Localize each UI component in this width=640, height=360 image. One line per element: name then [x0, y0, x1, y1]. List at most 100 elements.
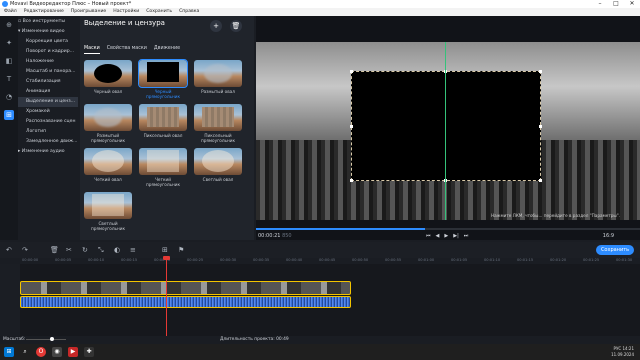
ruler-tick-label: 00:01:25 — [583, 258, 600, 262]
tree-item-audio[interactable]: ▸ Изменение аудио — [18, 147, 78, 157]
mask-handle[interactable] — [350, 179, 353, 182]
cut-icon[interactable]: ✂ — [66, 242, 72, 258]
menu-save[interactable]: Сохранить — [146, 8, 172, 16]
tab-mask-properties[interactable]: Свойства маски — [107, 46, 147, 54]
video-clip[interactable] — [20, 281, 351, 295]
timeline-toolbar: ↶ ↷ 🗑 ✂ ↻ ⤡ ◐ ≡ ⊞ ⚑ Сохранить — [0, 242, 640, 258]
mask-thumbnail — [194, 104, 242, 131]
playback-progress[interactable] — [256, 228, 640, 230]
video-frame[interactable]: Нажмите ЛКМ, чтобы... перейдите в раздел… — [256, 42, 640, 220]
app-icon[interactable]: ◉ — [52, 347, 62, 357]
menu-help[interactable]: Справка — [179, 8, 199, 16]
close-button[interactable]: ✕ — [624, 0, 640, 8]
redo-icon[interactable]: ↷ — [22, 242, 28, 258]
next-frame-icon[interactable]: ▶| — [453, 232, 459, 240]
mask-rectangle[interactable] — [351, 71, 541, 181]
flag-icon[interactable]: ⚑ — [178, 242, 184, 258]
mask-tile[interactable]: Четкий прямоугольник — [139, 148, 187, 187]
playback-fill — [256, 228, 425, 230]
tree-item-scenes[interactable]: Распознавание сцен — [18, 117, 78, 127]
menu-edit[interactable]: Редактирование — [24, 8, 64, 16]
tree-item-pan[interactable]: Масштаб и панора... — [18, 67, 78, 77]
play-icon[interactable]: ▶ — [444, 232, 448, 240]
import-icon[interactable]: ⊕ — [4, 20, 14, 30]
mask-label: Черный овал — [93, 89, 123, 94]
title-bar: Movavi Видеоредактор Плюс – Новый проект… — [0, 0, 640, 8]
search-icon[interactable]: ⌕ — [20, 347, 30, 357]
mask-tile[interactable]: Черный прямоугольник — [138, 59, 188, 99]
export-button[interactable]: Сохранить — [596, 245, 634, 255]
tree-item-stabilize[interactable]: Стабилизация — [18, 77, 78, 87]
menu-bar: Файл Редактирование Проигрывание Настрой… — [0, 8, 640, 16]
window-controls: – □ ✕ — [592, 0, 640, 8]
mask-label: Светлый прямоугольник — [90, 221, 125, 231]
ruler-tick-label: 00:00:45 — [319, 258, 336, 262]
skip-forward-icon[interactable]: ⏭ — [464, 232, 469, 240]
mask-handle[interactable] — [350, 70, 353, 73]
menu-playback[interactable]: Проигрывание — [71, 8, 106, 16]
ruler-tick-label: 00:01:05 — [451, 258, 468, 262]
movavi-icon[interactable]: ▶ — [68, 347, 78, 357]
aspect-ratio[interactable]: 16:9 — [603, 232, 614, 240]
tree-item-chroma[interactable]: Хромакей — [18, 107, 78, 117]
audio-clip[interactable] — [20, 296, 351, 308]
opera-icon[interactable]: O — [36, 347, 46, 357]
mask-tile[interactable]: Размытый прямоугольник — [84, 104, 132, 143]
color-icon[interactable]: ◐ — [114, 242, 120, 258]
magic-icon[interactable]: ✦ — [4, 38, 14, 48]
ruler-tick-label: 00:00:10 — [88, 258, 105, 262]
filters-icon[interactable]: ◧ — [4, 56, 14, 66]
playhead[interactable] — [166, 256, 167, 336]
timecode: 00:00:21 850 — [258, 233, 292, 239]
add-mask-button[interactable]: + — [210, 20, 222, 32]
mask-handle[interactable] — [539, 70, 542, 73]
system-tray: РУС 14:21 11.09.2024 — [611, 346, 634, 357]
delete-icon[interactable]: 🗑 — [50, 242, 59, 258]
editor-icon[interactable]: ✚ — [84, 347, 94, 357]
center-guide — [445, 42, 446, 220]
minimize-button[interactable]: – — [592, 0, 608, 8]
mask-thumbnail — [84, 192, 132, 219]
titles-icon[interactable]: T — [4, 74, 14, 84]
tree-item-overlay[interactable]: Наложение — [18, 57, 78, 67]
menu-settings[interactable]: Настройки — [113, 8, 139, 16]
properties-icon[interactable]: ≡ — [130, 242, 136, 258]
tree-item-censor[interactable]: Выделение и ценз... — [18, 97, 78, 107]
tree-item-logo[interactable]: Логотип — [18, 127, 78, 137]
skip-back-icon[interactable]: ⏮ — [426, 232, 431, 240]
more-tools-icon[interactable]: ⊞ — [4, 110, 14, 120]
scale-slider[interactable] — [26, 339, 66, 340]
mask-tile[interactable]: Четкий овал — [84, 148, 132, 182]
tree-item-animation[interactable]: Анимация — [18, 87, 78, 97]
mask-tile[interactable]: Светлый прямоугольник — [84, 192, 132, 231]
mask-handle[interactable] — [350, 125, 353, 128]
mask-tile[interactable]: Пиксельный прямоугольник — [194, 104, 242, 143]
scale-knob[interactable] — [50, 337, 54, 341]
delete-icon[interactable]: 🗑 — [230, 20, 242, 32]
maximize-button[interactable]: □ — [608, 0, 624, 8]
tree-item-crop[interactable]: Поворот и кадрир... — [18, 47, 78, 57]
mask-tile[interactable]: Пиксельный овал — [139, 104, 187, 138]
mask-tile[interactable]: Размытый овал — [194, 60, 242, 94]
crop-icon[interactable]: ⤡ — [98, 242, 104, 258]
undo-icon[interactable]: ↶ — [6, 242, 12, 258]
menu-file[interactable]: Файл — [4, 8, 17, 16]
tree-item-slowmo[interactable]: Замедленное движ... — [18, 137, 78, 147]
tree-item-color[interactable]: Коррекция цвета — [18, 37, 78, 47]
transitions-icon[interactable]: ◔ — [4, 92, 14, 102]
mask-label: Светлый овал — [202, 177, 234, 182]
start-icon[interactable]: ⊞ — [4, 347, 14, 357]
prev-frame-icon[interactable]: ◀ — [436, 232, 440, 240]
tab-masks[interactable]: Маски — [84, 46, 100, 54]
tab-motion[interactable]: Движение — [154, 46, 180, 54]
mask-handle[interactable] — [539, 179, 542, 182]
playback-controls: 00:00:21 850 ⏮ ◀ ▶ ▶| ⏭ 16:9 — [256, 232, 640, 240]
mask-thumbnail — [84, 60, 132, 87]
mask-tile[interactable]: Черный овал — [84, 60, 132, 94]
mask-tile[interactable]: Светлый овал — [194, 148, 242, 182]
tree-item-all[interactable]: ▫ Все инструменты — [18, 17, 78, 27]
mask-handle[interactable] — [539, 125, 542, 128]
rotate-icon[interactable]: ↻ — [82, 242, 88, 258]
mask-thumbnail — [139, 148, 187, 175]
tree-item-video[interactable]: ▾ Изменение видео — [18, 27, 78, 37]
